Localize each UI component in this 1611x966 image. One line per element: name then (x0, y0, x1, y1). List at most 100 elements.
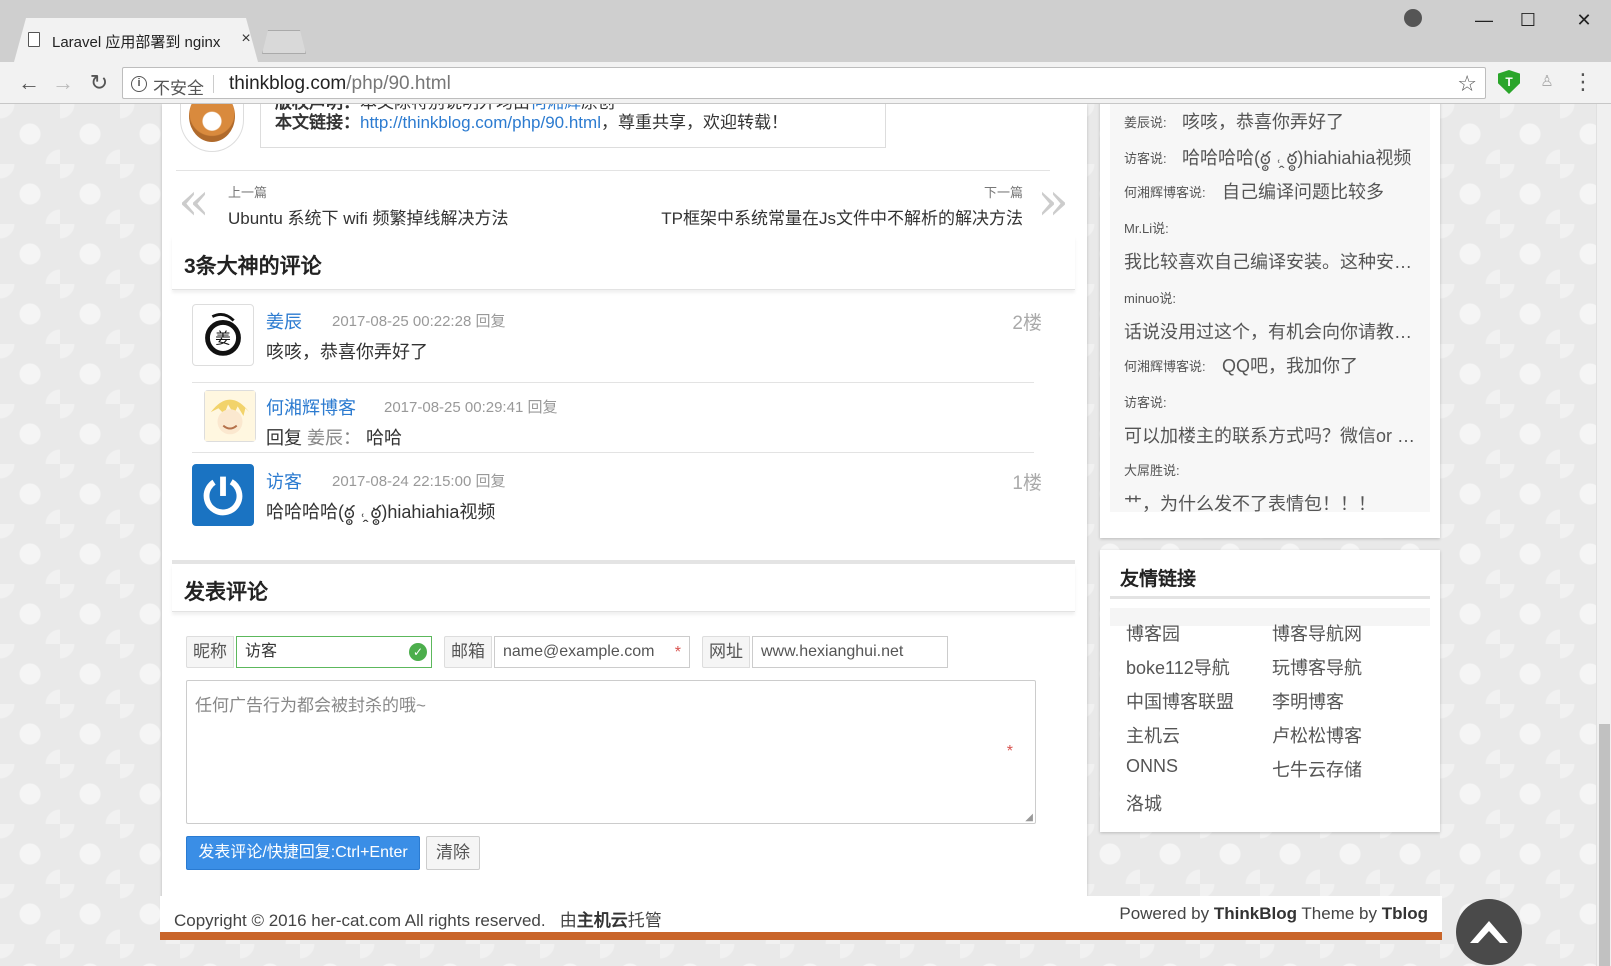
scrollbar-thumb[interactable] (1599, 724, 1610, 966)
prev-post-link[interactable]: Ubuntu 系统下 wifi 频繁掉线解决方法 (228, 204, 509, 229)
extension-icon[interactable]: ♙ (1536, 70, 1558, 94)
friend-link[interactable]: 玩博客导航 (1272, 654, 1362, 680)
friend-link[interactable]: 七牛云存储 (1272, 756, 1362, 782)
comments-heading: 3条大神的评论 (184, 255, 322, 278)
url-separator (213, 75, 214, 93)
friend-link[interactable]: boke112导航 (1126, 654, 1230, 680)
browser-tab[interactable]: Laravel 应用部署到 nginx × (14, 18, 258, 62)
recent-comment-text[interactable]: 话说没用过这个，有机会向你请教… (1124, 318, 1412, 344)
comment-author-link[interactable]: 访客 (266, 468, 302, 494)
friend-link[interactable]: 洛城 (1126, 790, 1162, 816)
shield-extension-icon[interactable]: T (1498, 70, 1520, 94)
recent-comment-text[interactable]: 可以加楼主的联系方式吗？微信or … (1124, 422, 1415, 448)
dog-avatar-image (189, 104, 235, 142)
comment-author-link[interactable]: 姜辰 (266, 308, 302, 334)
reply-prefix: 回复 (266, 428, 302, 448)
comment-text: 哈哈哈哈(ఠ్ఠ ˓̭ ఠ్ఠ)hiahiahia视频 (266, 502, 496, 522)
friend-link[interactable]: 中国博客联盟 (1126, 688, 1234, 714)
email-input[interactable]: name@example.com * (494, 636, 690, 668)
reply-text: 哈哈 (366, 428, 403, 448)
friend-link[interactable]: 主机云 (1126, 722, 1180, 748)
recent-comment-author[interactable]: minuo说: (1124, 288, 1176, 307)
maximize-button[interactable]: ☐ (1508, 8, 1548, 32)
floor-number: 1楼 (1012, 473, 1042, 494)
comment-timestamp: 2017-08-24 22:15:00 (332, 473, 472, 490)
friend-link[interactable]: 卢松松博客 (1272, 722, 1362, 748)
power-avatar-icon (203, 476, 243, 516)
browser-menu-icon[interactable]: ⋮ (1572, 68, 1594, 96)
bookmark-star-icon[interactable]: ☆ (1457, 71, 1477, 97)
url-path: /php/90.html (346, 73, 451, 94)
recent-comment-author[interactable]: 何湘辉博客说: (1124, 182, 1206, 201)
host-suffix: 托管 (627, 911, 662, 930)
reply-link[interactable]: 回复 (475, 313, 505, 330)
recent-comment-author[interactable]: 姜辰说: (1124, 112, 1167, 131)
copyright-box: 版权声明：本文除特别说明外均由何湘辉原创 本文链接：http://thinkbl… (260, 104, 886, 148)
website-input[interactable]: www.hexianghui.net (752, 636, 948, 668)
resize-handle-icon[interactable]: ◢ (1025, 812, 1033, 823)
insecure-label: 不安全 (153, 79, 204, 98)
article-link-url[interactable]: http://thinkblog.com/php/90.html (360, 113, 601, 132)
next-post-link[interactable]: TP框架中系统常量在Js文件中不解析的解决方法 (661, 204, 1023, 229)
tblog-link[interactable]: Tblog (1382, 904, 1428, 923)
prev-arrow-icon[interactable]: « (178, 176, 210, 228)
textarea-placeholder: 任何广告行为都会被封杀的哦~ (195, 696, 426, 715)
friend-link[interactable]: 博客园 (1126, 620, 1180, 646)
recent-comment-author[interactable]: 大屌胜说: (1124, 460, 1180, 479)
recent-comment-text[interactable]: QQ吧，我加你了 (1222, 352, 1358, 378)
address-bar[interactable]: i 不安全 thinkblog.com/php/90.html ☆ (122, 67, 1486, 99)
nickname-input[interactable]: 访客 ✓ (236, 636, 432, 668)
forward-arrow-icon[interactable]: → (50, 70, 76, 96)
host-prefix: 由 (559, 911, 577, 930)
friend-link[interactable]: 李明博客 (1272, 688, 1344, 714)
clear-button[interactable]: 清除 (426, 836, 480, 870)
author-avatar (180, 104, 244, 152)
divider (192, 382, 1034, 383)
email-placeholder: name@example.com (503, 643, 655, 660)
url-host: thinkblog.com (229, 73, 347, 94)
back-arrow-icon[interactable]: ← (16, 70, 42, 96)
avatar (192, 464, 254, 526)
submit-comment-button[interactable]: 发表评论/快捷回复:Ctrl+Enter (186, 836, 420, 870)
next-arrow-icon[interactable]: » (1037, 176, 1069, 228)
recent-comment-author[interactable]: 访客说: (1124, 148, 1167, 167)
friend-link[interactable]: ONNS (1126, 756, 1178, 777)
comment-time: 2017-08-24 22:15:00 回复 (332, 470, 505, 491)
article-column: 版权声明：本文除特别说明外均由何湘辉原创 本文链接：http://thinkbl… (162, 104, 1087, 906)
recent-comment-author[interactable]: 何湘辉博客说: (1124, 356, 1206, 375)
article-link-suffix: ，尊重共享，欢迎转载！ (600, 113, 788, 132)
friend-link[interactable]: 博客导航网 (1272, 620, 1362, 646)
host-link[interactable]: 主机云 (577, 911, 628, 930)
new-tab-button[interactable] (262, 30, 306, 54)
comment-author-link[interactable]: 何湘辉博客 (266, 394, 356, 420)
tab-close-icon[interactable]: × (238, 29, 254, 49)
prev-post-label: 上一篇 (228, 185, 268, 200)
recent-comment-text[interactable]: 哈哈哈哈(ఠ్ఠ ˓̭ ఠ్ఠ)hiahiahia视频 (1182, 144, 1411, 173)
recent-comment-text[interactable]: 咳咳，恭喜你弄好了 (1182, 108, 1344, 134)
reply-link[interactable]: 回复 (527, 399, 557, 416)
minimize-button[interactable]: — (1464, 8, 1504, 32)
comment-time: 2017-08-25 00:22:28 回复 (332, 310, 505, 331)
back-to-top-button[interactable] (1456, 899, 1522, 965)
thinkblog-link[interactable]: ThinkBlog (1214, 904, 1297, 923)
recent-comment-author[interactable]: 访客说: (1124, 392, 1167, 411)
recent-comment-text[interactable]: 我比较喜欢自己编译安装。这种安… (1124, 248, 1412, 274)
email-label: 邮箱 (444, 636, 492, 668)
recent-comment-text[interactable]: 艹，为什么发不了表情包！！！ (1124, 490, 1376, 516)
copyright-text: Copyright © 2016 her-cat.com All rights … (174, 911, 546, 930)
document-icon (28, 32, 40, 47)
comment-text: 回复 姜辰： 哈哈 (266, 424, 402, 450)
close-window-button[interactable]: ✕ (1564, 8, 1604, 32)
post-comment-heading: 发表评论 (184, 581, 268, 604)
recent-comments-list: 姜辰说: 咳咳，恭喜你弄好了 访客说: 哈哈哈哈(ఠ్ఠ ˓̭ ఠ్ఠ)hiah… (1110, 104, 1430, 514)
info-icon[interactable]: i (131, 76, 147, 92)
scrollbar[interactable] (1596, 104, 1611, 966)
reply-link[interactable]: 回复 (475, 473, 505, 490)
recent-comment-text[interactable]: 自己编译问题比较多 (1222, 178, 1384, 204)
reload-icon[interactable]: ↻ (86, 70, 112, 96)
url-text[interactable]: thinkblog.com/php/90.html (229, 73, 451, 95)
comment-textarea[interactable]: 任何广告行为都会被封杀的哦~ * ◢ (186, 680, 1036, 824)
website-placeholder: www.hexianghui.net (761, 643, 904, 660)
profile-icon[interactable] (1404, 9, 1422, 27)
recent-comment-author[interactable]: Mr.Li说: (1124, 218, 1169, 237)
